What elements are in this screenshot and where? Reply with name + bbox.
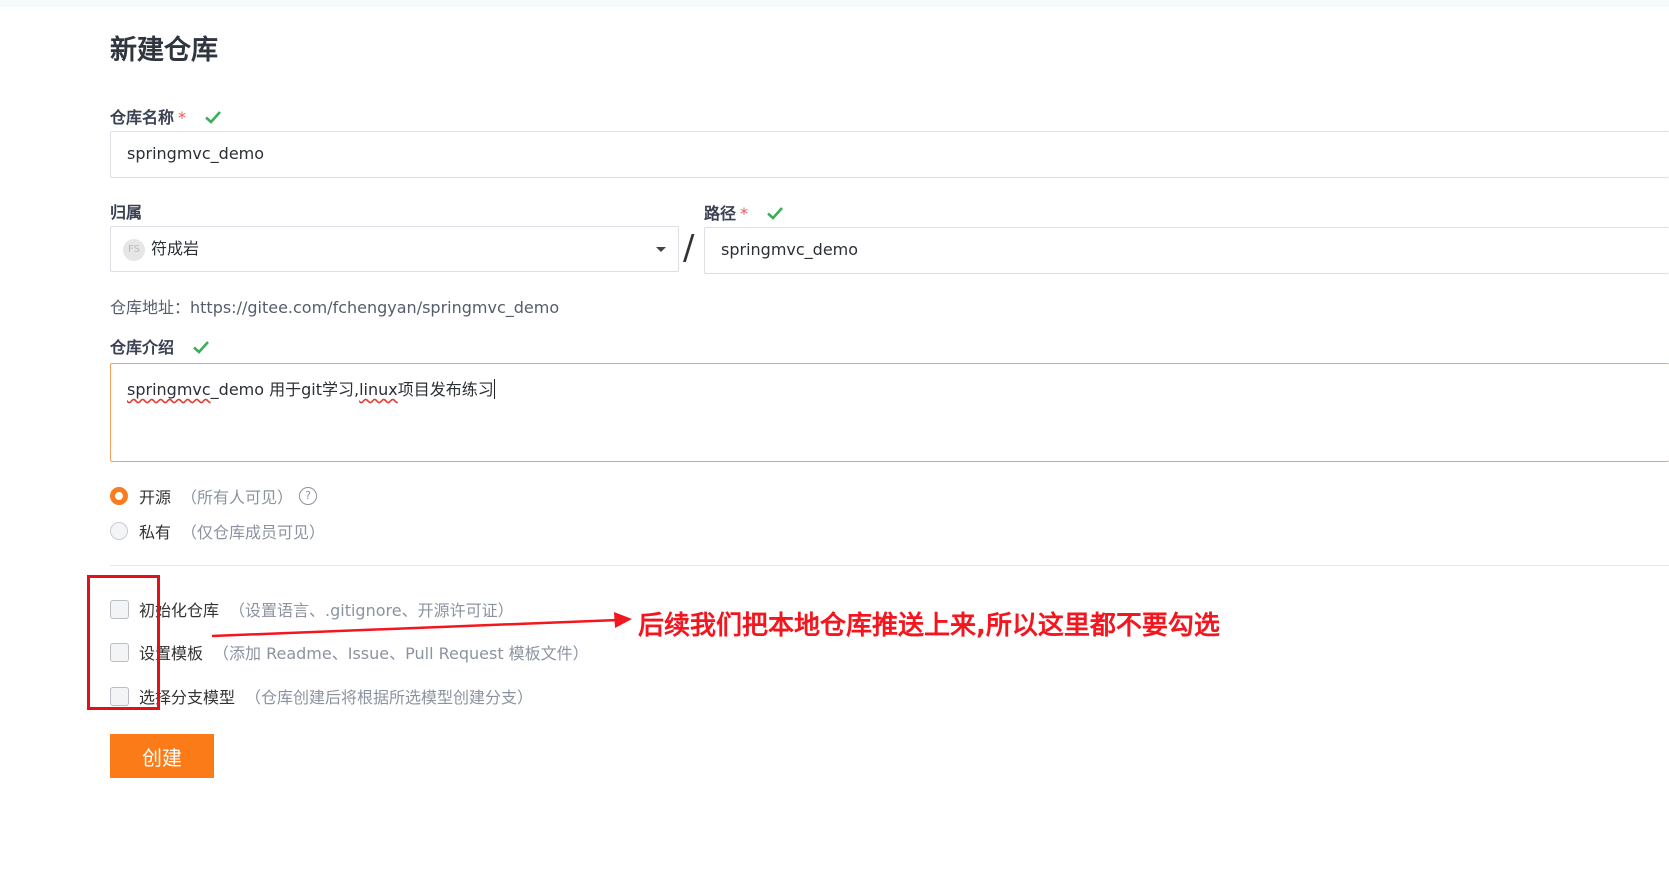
option-hint: （添加 Readme、Issue、Pull Request 模板文件） <box>213 644 589 663</box>
path-separator: / <box>683 228 695 268</box>
check-icon <box>192 341 209 354</box>
visibility-private-option[interactable]: 私有 （仅仓库成员可见） <box>110 519 325 543</box>
description-label-text: 仓库介绍 <box>110 338 175 357</box>
avatar: FS <box>123 238 145 261</box>
owner-label: 归属 <box>110 203 143 222</box>
radio-public[interactable] <box>110 487 128 505</box>
description-text: _demo 用于git学习, <box>210 380 360 399</box>
path-input[interactable]: springmvc_demo <box>704 227 1669 274</box>
owner-select[interactable]: FS 符成岩 <box>110 226 679 272</box>
top-bar <box>0 0 1669 7</box>
description-text: springmvc <box>127 380 211 399</box>
check-icon <box>204 111 221 124</box>
radio-private[interactable] <box>110 522 128 540</box>
path-label: 路径 * <box>704 200 784 224</box>
public-label: 开源 <box>139 488 172 507</box>
repo-name-label: 仓库名称 * <box>110 104 222 128</box>
repo-url: 仓库地址：https://gitee.com/fchengyan/springm… <box>110 298 560 317</box>
divider <box>110 565 1669 566</box>
check-icon <box>766 207 783 220</box>
owner-value: 符成岩 <box>151 239 200 258</box>
text-cursor <box>493 379 495 399</box>
option-branch-model[interactable]: 选择分支模型 （仓库创建后将根据所选模型创建分支） <box>110 684 533 708</box>
required-mark: * <box>740 204 749 223</box>
private-label: 私有 <box>139 523 172 542</box>
required-mark: * <box>178 108 187 127</box>
option-hint: （仓库创建后将根据所选模型创建分支） <box>245 688 534 707</box>
option-template[interactable]: 设置模板 （添加 Readme、Issue、Pull Request 模板文件） <box>110 640 589 664</box>
option-hint: （设置语言、.gitignore、开源许可证） <box>229 601 514 620</box>
repo-name-label-text: 仓库名称 <box>110 108 175 127</box>
description-textarea[interactable]: springmvc_demo 用于git学习,linux项目发布练习 <box>110 363 1669 462</box>
visibility-public-option[interactable]: 开源 （所有人可见） ? <box>110 484 318 508</box>
public-hint: （所有人可见） <box>181 488 294 507</box>
chevron-down-icon <box>656 247 666 252</box>
create-button[interactable]: 创建 <box>110 734 214 778</box>
repo-name-input[interactable]: springmvc_demo <box>110 131 1669 178</box>
private-hint: （仅仓库成员可见） <box>181 523 326 542</box>
description-text: 项目发布练习 <box>397 380 494 399</box>
page-title: 新建仓库 <box>110 35 218 66</box>
help-icon[interactable]: ? <box>299 487 318 505</box>
annotation-text: 后续我们把本地仓库推送上来,所以这里都不要勾选 <box>638 611 1220 641</box>
option-init-repo[interactable]: 初始化仓库 （设置语言、.gitignore、开源许可证） <box>110 597 514 621</box>
annotation-highlight-box <box>87 575 160 710</box>
description-label: 仓库介绍 <box>110 334 210 358</box>
path-label-text: 路径 <box>704 204 737 223</box>
description-text: linux <box>359 380 398 399</box>
